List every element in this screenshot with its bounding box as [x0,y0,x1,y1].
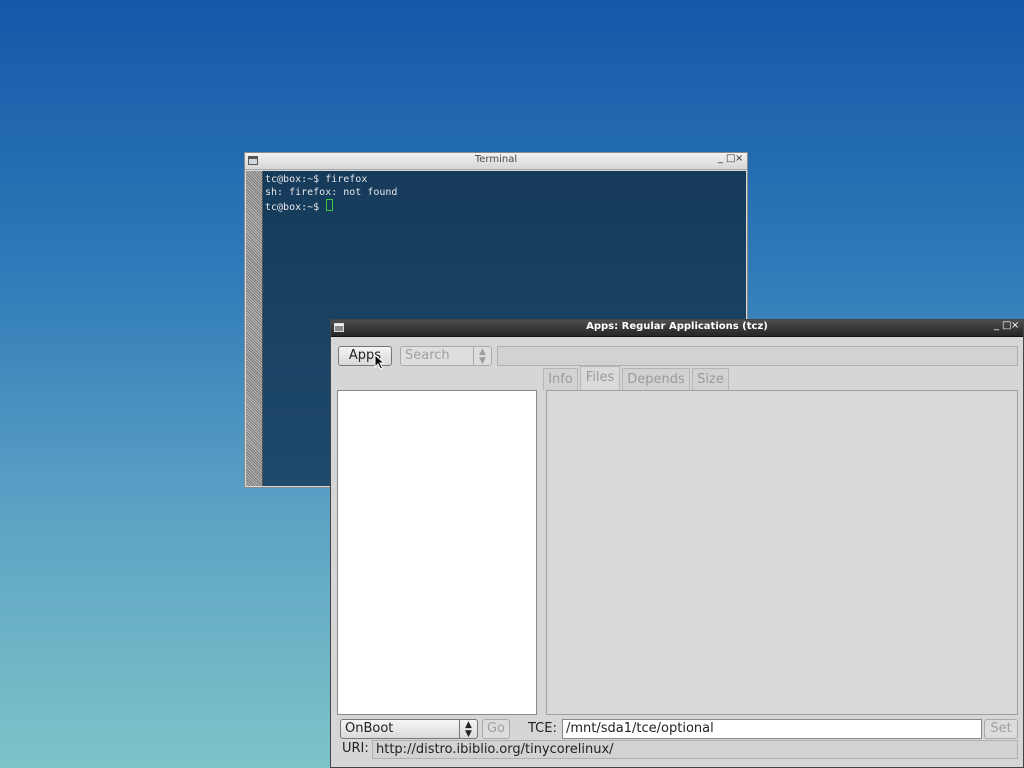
minimize-icon[interactable]: _ [717,153,726,164]
uri-label: URI: [342,741,369,756]
apps-titlebar[interactable]: Apps: Regular Applications (tcz) _□× [331,320,1023,337]
terminal-titlebar[interactable]: Terminal _□× [245,153,747,170]
tab-files[interactable]: Files [580,366,620,390]
uri-input[interactable]: http://distro.ibiblio.org/tinycorelinux/ [372,740,1018,759]
onboot-label: OnBoot [345,721,394,736]
maximize-icon[interactable]: □ [1002,320,1011,331]
files-panel [546,390,1018,715]
search-mode-select[interactable]: Search ▲ ▼ [400,346,492,366]
go-button[interactable]: Go [482,719,510,739]
tab-depends[interactable]: Depends [622,368,690,390]
close-icon[interactable]: × [1011,320,1020,331]
mouse-pointer-icon [374,354,386,370]
close-icon[interactable]: × [735,153,744,164]
apps-window[interactable]: Apps: Regular Applications (tcz) _□× App… [330,319,1024,768]
terminal-line: sh: firefox: not found [265,187,398,198]
terminal-cursor [326,199,334,211]
tce-dir-input[interactable]: /mnt/sda1/tce/optional [562,719,982,739]
search-input[interactable] [497,346,1018,366]
apps-list[interactable] [337,390,537,715]
terminal-scrollbar[interactable] [246,171,263,486]
terminal-title: Terminal [474,154,518,165]
tab-size[interactable]: Size [692,368,729,390]
maximize-icon[interactable]: □ [726,153,735,164]
terminal-prompt-line: tc@box:~$ [265,199,744,214]
updown-arrows-icon: ▲ ▼ [459,720,477,739]
updown-arrows-icon: ▲ ▼ [473,347,491,366]
onboot-select[interactable]: OnBoot ▲ ▼ [340,719,478,739]
terminal-line: tc@box:~$ firefox [265,174,368,185]
set-button[interactable]: Set [984,719,1018,739]
apps-title: Apps: Regular Applications (tcz) [586,321,768,332]
tab-info[interactable]: Info [543,368,578,390]
tce-label: TCE: [528,721,557,736]
terminal-prompt: tc@box:~$ [265,202,326,213]
search-mode-label: Search [405,348,450,363]
minimize-icon[interactable]: _ [993,320,1002,331]
